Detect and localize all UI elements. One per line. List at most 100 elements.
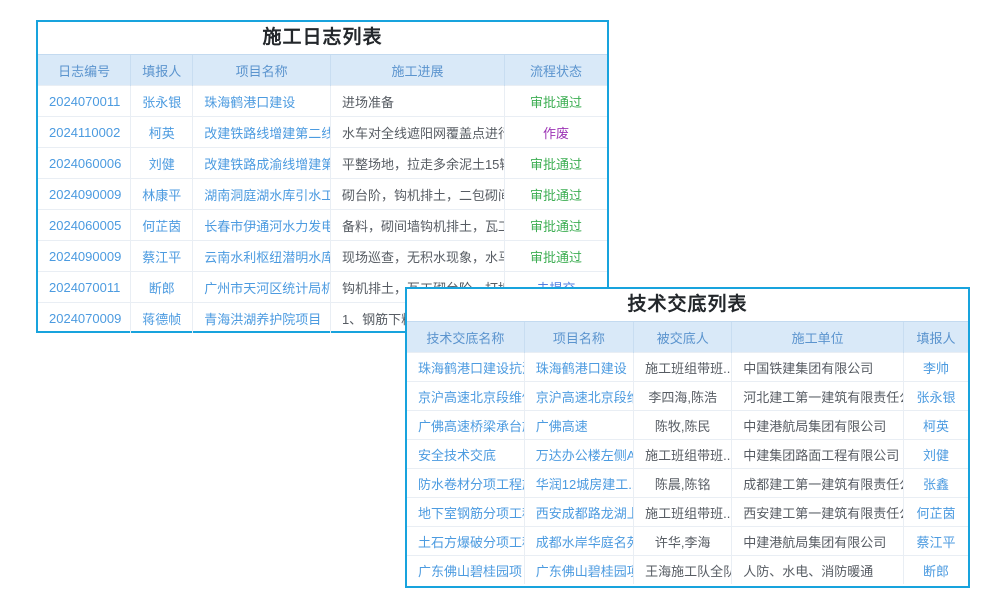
- log-reporter-link[interactable]: 断郎: [131, 272, 193, 303]
- disc-project-link[interactable]: 万达办公楼左侧A...: [524, 440, 633, 469]
- log-table-row: 2024060005 何芷茵 长春市伊通河水力发电厂... 备料，砌间墙钩机排土…: [38, 210, 607, 241]
- log-progress-text: 备料，砌间墙钩机排土，瓦工...: [330, 210, 504, 241]
- log-table-row: 2024060006 刘健 改建铁路成渝线增建第二... 平整场地，拉走多余泥土…: [38, 148, 607, 179]
- disc-reporter-link[interactable]: 刘健: [903, 440, 968, 469]
- log-col-project: 项目名称: [193, 55, 331, 86]
- disc-name-link[interactable]: 京沪高速北京段维修...: [407, 382, 524, 411]
- disc-name-link[interactable]: 安全技术交底: [407, 440, 524, 469]
- log-id-link[interactable]: 2024070009: [38, 303, 131, 334]
- disc-reporter-link[interactable]: 何芷茵: [903, 498, 968, 527]
- disclosure-table-row: 珠海鹤港口建设抗浮... 珠海鹤港口建设 施工班组带班... 中国铁建集团有限公…: [407, 353, 968, 382]
- log-reporter-link[interactable]: 林康平: [131, 179, 193, 210]
- disc-col-project: 项目名称: [524, 322, 633, 353]
- disc-col-receiver: 被交底人: [634, 322, 732, 353]
- log-table-row: 2024090009 林康平 湖南洞庭湖水库引水工程... 砌台阶，钩机排土，二…: [38, 179, 607, 210]
- log-reporter-link[interactable]: 蒋德帧: [131, 303, 193, 334]
- log-progress-text: 水车对全线遮阳网覆盖点进行...: [330, 117, 504, 148]
- log-project-link[interactable]: 珠海鹤港口建设: [193, 86, 331, 117]
- disclosure-table-row: 地下室钢筋分项工程... 西安成都路龙湖上... 施工班组带班... 西安建工第…: [407, 498, 968, 527]
- disc-col-unit: 施工单位: [732, 322, 904, 353]
- log-status-badge: 审批通过: [505, 86, 607, 117]
- disc-receiver-text: 陈晨,陈铭: [634, 469, 732, 498]
- disc-name-link[interactable]: 广佛高速桥梁承台施...: [407, 411, 524, 440]
- disc-unit-text: 中建港航局集团有限公司: [732, 527, 904, 556]
- disc-reporter-link[interactable]: 蔡江平: [903, 527, 968, 556]
- disc-receiver-text: 李四海,陈浩: [634, 382, 732, 411]
- disc-project-link[interactable]: 成都水岸华庭名苑...: [524, 527, 633, 556]
- log-progress-text: 现场巡查，无积水现象，水马...: [330, 241, 504, 272]
- log-reporter-link[interactable]: 柯英: [131, 117, 193, 148]
- disc-unit-text: 中建集团路面工程有限公司: [732, 440, 904, 469]
- log-project-link[interactable]: 青海洪湖养护院项目: [193, 303, 331, 334]
- log-table-row: 2024070011 张永银 珠海鹤港口建设 进场准备 审批通过: [38, 86, 607, 117]
- disc-receiver-text: 施工班组带班...: [634, 440, 732, 469]
- disc-name-link[interactable]: 土石方爆破分项工程...: [407, 527, 524, 556]
- disc-unit-text: 中建港航局集团有限公司: [732, 411, 904, 440]
- disc-project-link[interactable]: 华润12城房建工...: [524, 469, 633, 498]
- log-col-id: 日志编号: [38, 55, 131, 86]
- disc-reporter-link[interactable]: 李帅: [903, 353, 968, 382]
- disc-receiver-text: 王海施工队全队: [634, 556, 732, 585]
- disclosure-table-row: 防水卷材分项工程施... 华润12城房建工... 陈晨,陈铭 成都建工第一建筑有…: [407, 469, 968, 498]
- log-id-link[interactable]: 2024070011: [38, 86, 131, 117]
- log-project-link[interactable]: 广州市天河区统计局机房...: [193, 272, 331, 303]
- log-id-link[interactable]: 2024060005: [38, 210, 131, 241]
- log-project-link[interactable]: 长春市伊通河水力发电厂...: [193, 210, 331, 241]
- disc-receiver-text: 陈牧,陈民: [634, 411, 732, 440]
- disclosure-table-row: 土石方爆破分项工程... 成都水岸华庭名苑... 许华,李海 中建港航局集团有限…: [407, 527, 968, 556]
- log-progress-text: 平整场地，拉走多余泥土15辆...: [330, 148, 504, 179]
- disc-unit-text: 人防、水电、消防暖通: [732, 556, 904, 585]
- log-col-status: 流程状态: [505, 55, 607, 86]
- log-status-badge: 作废: [505, 117, 607, 148]
- log-progress-text: 进场准备: [330, 86, 504, 117]
- disc-name-link[interactable]: 地下室钢筋分项工程...: [407, 498, 524, 527]
- disc-project-link[interactable]: 广东佛山碧桂园项目: [524, 556, 633, 585]
- disc-reporter-link[interactable]: 柯英: [903, 411, 968, 440]
- log-project-link[interactable]: 湖南洞庭湖水库引水工程...: [193, 179, 331, 210]
- disc-name-link[interactable]: 广东佛山碧桂园项目...: [407, 556, 524, 585]
- log-id-link[interactable]: 2024110002: [38, 117, 131, 148]
- disclosure-table-row: 安全技术交底 万达办公楼左侧A... 施工班组带班... 中建集团路面工程有限公…: [407, 440, 968, 469]
- log-reporter-link[interactable]: 蔡江平: [131, 241, 193, 272]
- disc-project-link[interactable]: 西安成都路龙湖上...: [524, 498, 633, 527]
- log-header-row: 日志编号 填报人 项目名称 施工进展 流程状态: [38, 55, 607, 86]
- log-reporter-link[interactable]: 张永银: [131, 86, 193, 117]
- disc-reporter-link[interactable]: 张鑫: [903, 469, 968, 498]
- log-status-badge: 审批通过: [505, 179, 607, 210]
- disc-unit-text: 成都建工第一建筑有限责任公司: [732, 469, 904, 498]
- disc-project-link[interactable]: 珠海鹤港口建设: [524, 353, 633, 382]
- disc-project-link[interactable]: 京沪高速北京段维修: [524, 382, 633, 411]
- log-reporter-link[interactable]: 刘健: [131, 148, 193, 179]
- disc-unit-text: 西安建工第一建筑有限责任公司: [732, 498, 904, 527]
- log-progress-text: 砌台阶，钩机排土，二包砌间...: [330, 179, 504, 210]
- log-project-link[interactable]: 改建铁路成渝线增建第二...: [193, 148, 331, 179]
- disc-unit-text: 中国铁建集团有限公司: [732, 353, 904, 382]
- log-id-link[interactable]: 2024090009: [38, 241, 131, 272]
- disc-project-link[interactable]: 广佛高速: [524, 411, 633, 440]
- log-col-progress: 施工进展: [330, 55, 504, 86]
- disclosure-header-row: 技术交底名称 项目名称 被交底人 施工单位 填报人: [407, 322, 968, 353]
- disc-receiver-text: 许华,李海: [634, 527, 732, 556]
- log-project-link[interactable]: 云南水利枢纽潜明水库一...: [193, 241, 331, 272]
- disc-unit-text: 河北建工第一建筑有限责任公司: [732, 382, 904, 411]
- log-col-reporter: 填报人: [131, 55, 193, 86]
- disclosure-table-row: 京沪高速北京段维修... 京沪高速北京段维修 李四海,陈浩 河北建工第一建筑有限…: [407, 382, 968, 411]
- disc-col-name: 技术交底名称: [407, 322, 524, 353]
- log-id-link[interactable]: 2024060006: [38, 148, 131, 179]
- disc-name-link[interactable]: 防水卷材分项工程施...: [407, 469, 524, 498]
- disc-receiver-text: 施工班组带班...: [634, 353, 732, 382]
- log-id-link[interactable]: 2024090009: [38, 179, 131, 210]
- log-id-link[interactable]: 2024070011: [38, 272, 131, 303]
- technical-disclosure-table: 技术交底名称 项目名称 被交底人 施工单位 填报人 珠海鹤港口建设抗浮... 珠…: [407, 321, 968, 584]
- disc-receiver-text: 施工班组带班...: [634, 498, 732, 527]
- log-table-row: 2024110002 柯英 改建铁路线增建第二线直... 水车对全线遮阳网覆盖点…: [38, 117, 607, 148]
- disclosure-table-row: 广佛高速桥梁承台施... 广佛高速 陈牧,陈民 中建港航局集团有限公司 柯英: [407, 411, 968, 440]
- log-project-link[interactable]: 改建铁路线增建第二线直...: [193, 117, 331, 148]
- disc-reporter-link[interactable]: 断郎: [903, 556, 968, 585]
- log-status-badge: 审批通过: [505, 148, 607, 179]
- technical-disclosure-panel: 技术交底列表 技术交底名称 项目名称 被交底人 施工单位 填报人 珠海鹤港口建设…: [405, 287, 970, 588]
- log-status-badge: 审批通过: [505, 210, 607, 241]
- disc-reporter-link[interactable]: 张永银: [903, 382, 968, 411]
- disc-name-link[interactable]: 珠海鹤港口建设抗浮...: [407, 353, 524, 382]
- log-reporter-link[interactable]: 何芷茵: [131, 210, 193, 241]
